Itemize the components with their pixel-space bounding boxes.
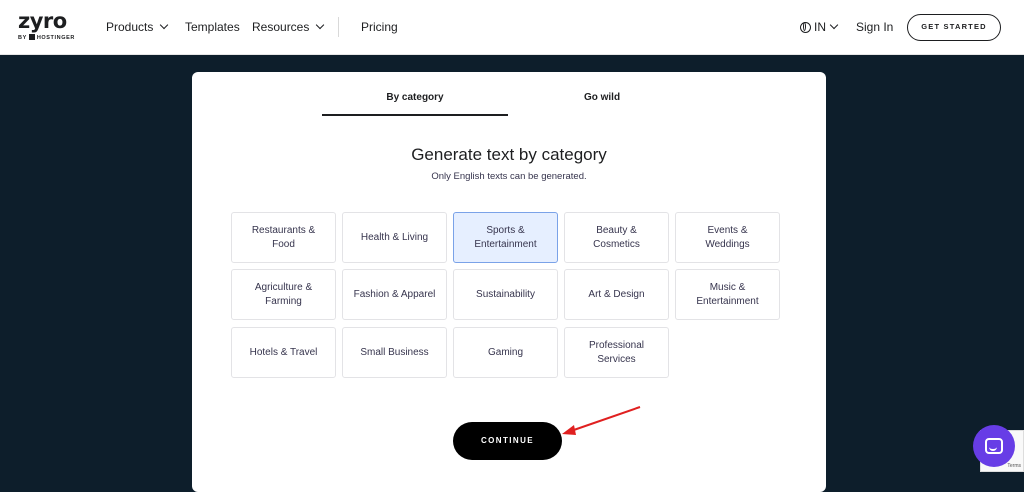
nav-templates-label: Templates <box>185 20 240 34</box>
logo-byline: BY HOSTINGER <box>18 34 75 41</box>
globe-icon <box>800 22 811 33</box>
nav-divider <box>338 17 339 37</box>
zyro-logo[interactable]: zyro BY HOSTINGER <box>18 10 75 41</box>
nav-resources[interactable]: Resources <box>252 20 325 34</box>
nav-products[interactable]: Products <box>106 20 169 34</box>
category-option[interactable]: Small Business <box>342 327 447 378</box>
page-subtitle: Only English texts can be generated. <box>431 171 587 182</box>
tab-by-category[interactable]: By category <box>322 92 508 103</box>
chevron-down-icon <box>316 20 325 30</box>
category-option[interactable]: Hotels & Travel <box>231 327 336 378</box>
category-option[interactable]: Fashion & Apparel <box>342 269 447 320</box>
continue-button[interactable]: CONTINUE <box>453 422 562 460</box>
category-option[interactable]: Professional Services <box>564 327 669 378</box>
logo-brand-text: HOSTINGER <box>36 35 75 41</box>
logo-by-text: BY <box>18 35 27 41</box>
chevron-down-icon <box>829 20 839 30</box>
sign-in-label: Sign In <box>856 20 894 34</box>
sign-in-link[interactable]: Sign In <box>856 20 893 34</box>
category-option[interactable]: Agriculture & Farming <box>231 269 336 320</box>
category-option[interactable]: Events & Weddings <box>675 212 780 263</box>
category-option[interactable]: Health & Living <box>342 212 447 263</box>
category-option[interactable]: Beauty & Cosmetics <box>564 212 669 263</box>
language-label: IN <box>814 20 826 34</box>
nav-templates[interactable]: Templates <box>185 20 240 34</box>
nav-pricing-label: Pricing <box>361 20 398 34</box>
page-title: Generate text by category <box>411 145 607 164</box>
active-tab-indicator <box>322 114 508 116</box>
recaptcha-terms-link[interactable]: Terms <box>1007 463 1021 469</box>
category-option[interactable]: Sustainability <box>453 269 558 320</box>
chat-icon <box>985 438 1003 454</box>
category-option-selected[interactable]: Sports & Entertainment <box>453 212 558 263</box>
nav-resources-label: Resources <box>252 20 310 34</box>
category-option[interactable]: Art & Design <box>564 269 669 320</box>
language-selector[interactable]: IN <box>800 20 839 34</box>
nav-products-label: Products <box>106 20 154 34</box>
logo-wordmark: zyro <box>18 9 67 33</box>
category-option[interactable]: Gaming <box>453 327 558 378</box>
chat-launcher-button[interactable] <box>973 425 1015 467</box>
text-generator-card: By category Go wild Generate text by cat… <box>192 72 826 492</box>
hostinger-mark-icon <box>28 34 35 40</box>
chevron-down-icon <box>160 20 169 30</box>
category-option[interactable]: Restaurants & Food <box>231 212 336 263</box>
get-started-button[interactable]: GET STARTED <box>907 14 1001 41</box>
nav-pricing[interactable]: Pricing <box>361 20 398 34</box>
tab-go-wild[interactable]: Go wild <box>522 92 682 103</box>
category-option[interactable]: Music & Entertainment <box>675 269 780 320</box>
top-navigation: zyro BY HOSTINGER Products Templates Reso… <box>0 0 1024 55</box>
red-arrow-annotation-icon <box>562 406 641 435</box>
